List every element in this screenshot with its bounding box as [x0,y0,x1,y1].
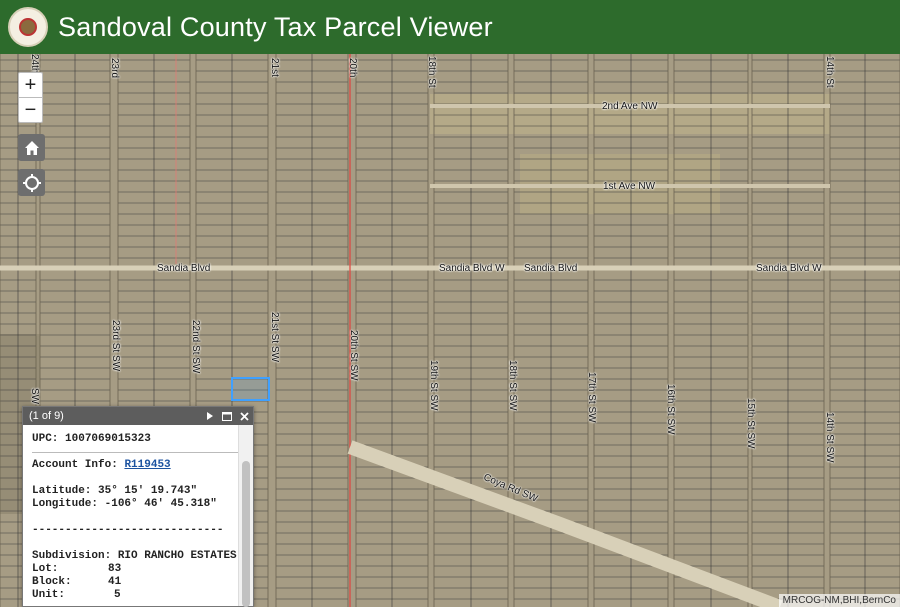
street-label: 22nd St SW [190,320,201,374]
lot-value: 83 [108,563,122,575]
subdivision-label: Subdivision: [32,550,112,562]
app-title: Sandoval County Tax Parcel Viewer [58,11,493,42]
popup-scrollbar[interactable] [238,425,253,607]
longitude-row: Longitude: -106° 46' 45.318" [32,498,245,511]
zoom-in-button[interactable]: + [18,72,43,98]
popup-scroll-thumb[interactable] [242,461,250,607]
street-label: 21st [269,58,280,77]
street-label: 20th St SW [348,330,359,381]
block-value: 41 [108,576,122,588]
home-button[interactable] [18,134,45,161]
street-label: 18th St SW [507,360,518,411]
latitude-value: 35° 15' 19.743" [98,485,198,497]
popup-pager: (1 of 9) [29,410,64,422]
account-label: Account Info: [32,459,118,471]
longitude-label: Longitude: [32,498,99,510]
upc-label: UPC: [32,433,59,445]
account-row: Account Info: R119453 [32,459,245,472]
maximize-icon[interactable] [222,411,232,421]
selected-parcel[interactable] [231,377,270,401]
parcel-popup[interactable]: (1 of 9) UPC: 1007069015323 Account Info… [22,406,254,607]
dash-divider: ----------------------------- [32,524,224,536]
app-header: Sandoval County Tax Parcel Viewer [0,0,900,54]
unit-row: Unit: 5 [32,589,245,602]
plus-icon: + [24,74,37,96]
locate-button[interactable] [18,169,45,196]
street-label: 14th St [824,56,835,88]
street-label: 16th St SW [665,384,676,435]
block-label: Block: [32,576,72,588]
street-label: Sandia Blvd W [756,263,822,274]
locate-icon [22,173,41,192]
street-label: Sandia Blvd [524,263,578,274]
street-label: 15th St SW [745,398,756,449]
street-label: 14th St SW [824,412,835,463]
latitude-row: Latitude: 35° 15' 19.743" [32,485,245,498]
street-label: SW [29,388,40,405]
dash-divider-bottom: ----------------------------- [32,602,245,605]
street-label: 23rd [109,58,120,79]
popup-content: UPC: 1007069015323 Account Info: R119453… [23,425,253,605]
subdivision-row: Subdivision: RIO RANCHO ESTATES [32,550,245,563]
street-label: Sandia Blvd [157,263,211,274]
street-label: 17th St SW [586,372,597,423]
unit-label: Unit: [32,589,66,601]
divider [32,452,245,453]
map-attribution: MRCOG-NM,BHI,BernCo [778,594,900,607]
street-label: 1st Ave NW [603,181,656,192]
upc-value: 1007069015323 [65,433,151,445]
next-feature-icon[interactable] [206,412,214,420]
account-link[interactable]: R119453 [124,459,170,471]
unit-value: 5 [114,589,121,601]
longitude-value: -106° 46' 45.318" [104,498,217,510]
upc-row: UPC: 1007069015323 [32,433,245,446]
street-label: 21st St SW [269,312,280,363]
street-label: 24th [29,54,40,74]
street-label: 23rd St SW [110,320,121,372]
street-label: 19th St SW [428,360,439,411]
subdivision-value: RIO RANCHO ESTATES [117,550,237,562]
street-label: 2nd Ave NW [602,101,658,112]
popup-title-bar: (1 of 9) [23,407,253,425]
close-icon[interactable] [240,411,249,421]
lot-row: Lot: 83 [32,563,245,576]
minus-icon: − [24,98,37,121]
lot-label: Lot: [32,563,59,575]
terrain-patch [430,94,830,134]
block-row: Block: 41 [32,576,245,589]
home-icon [24,140,39,155]
latitude-label: Latitude: [32,485,92,497]
street-label: 18th St [426,56,437,88]
zoom-out-button[interactable]: − [18,97,43,123]
county-seal-logo [8,7,48,47]
street-label: 20th [347,58,358,78]
street-label: Sandia Blvd W [439,263,505,274]
